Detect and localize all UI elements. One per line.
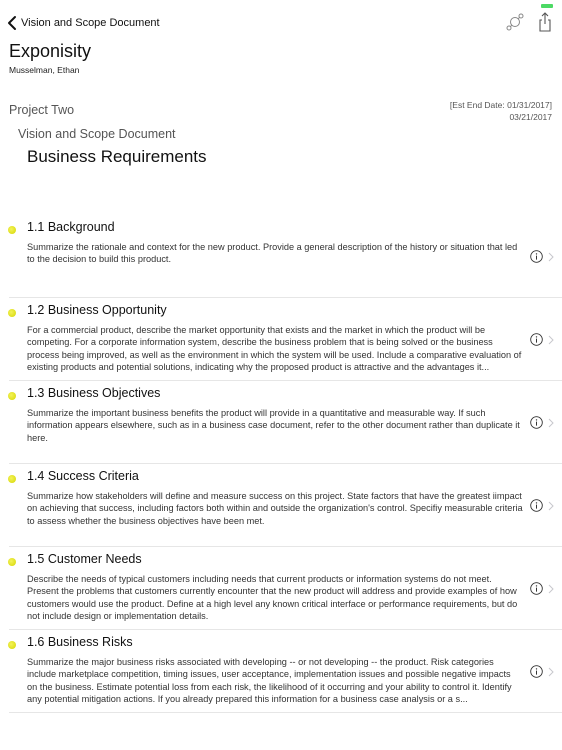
current-date: 03/21/2017 xyxy=(509,112,552,122)
section-title: Business Requirements xyxy=(27,147,207,166)
item-title: 1.3 Business Objectives xyxy=(27,386,161,400)
chevron-left-icon xyxy=(8,16,16,30)
user-name: Musselman, Ethan xyxy=(9,65,80,75)
date-block: [Est End Date: 01/31/2017] 03/21/2017 xyxy=(450,99,552,123)
back-label: Vision and Scope Document xyxy=(21,17,160,29)
item-description: Summarize the important business benefit… xyxy=(27,408,520,443)
item-title: 1.1 Background xyxy=(27,220,115,234)
divider xyxy=(9,380,562,381)
info-icon[interactable] xyxy=(530,416,543,429)
status-dot-icon xyxy=(8,558,16,566)
back-button[interactable]: Vision and Scope Document xyxy=(6,14,160,32)
item-title: 1.6 Business Risks xyxy=(27,635,133,649)
info-icon[interactable] xyxy=(530,250,543,263)
item-description: Summarize the rationale and context for … xyxy=(27,242,518,265)
divider xyxy=(9,463,562,464)
divider xyxy=(9,297,562,298)
chevron-right-icon[interactable] xyxy=(548,252,554,262)
item-title: 1.5 Customer Needs xyxy=(27,552,142,566)
info-icon[interactable] xyxy=(530,333,543,346)
status-dot-icon xyxy=(8,641,16,649)
divider xyxy=(9,546,562,547)
project-name: Project Two xyxy=(9,103,75,117)
share-icon xyxy=(539,12,551,32)
document-name: Vision and Scope Document xyxy=(18,127,176,141)
link-icon xyxy=(506,13,524,31)
est-end-date: [Est End Date: 01/31/2017] xyxy=(449,100,552,110)
share-button[interactable] xyxy=(534,11,556,33)
item-description: For a commercial product, describe the m… xyxy=(27,325,522,372)
item-title: 1.2 Business Opportunity xyxy=(27,303,167,317)
chevron-right-icon[interactable] xyxy=(548,501,554,511)
info-icon[interactable] xyxy=(530,499,543,512)
item-description: Summarize the major business risks assoc… xyxy=(27,657,512,704)
status-dot-icon xyxy=(8,475,16,483)
chevron-right-icon[interactable] xyxy=(548,584,554,594)
app-title: Exponisity xyxy=(9,41,92,61)
info-icon[interactable] xyxy=(530,582,543,595)
item-description: Summarize how stakeholders will define a… xyxy=(27,491,523,526)
status-dot-icon xyxy=(8,392,16,400)
item-title: 1.4 Success Criteria xyxy=(27,469,139,483)
status-dot-icon xyxy=(8,309,16,317)
divider xyxy=(9,629,562,630)
info-icon[interactable] xyxy=(530,665,543,678)
link-button[interactable] xyxy=(504,11,526,33)
chevron-right-icon[interactable] xyxy=(548,418,554,428)
status-dot-icon xyxy=(8,226,16,234)
status-indicator xyxy=(541,4,553,8)
chevron-right-icon[interactable] xyxy=(548,667,554,677)
chevron-right-icon[interactable] xyxy=(548,335,554,345)
item-description: Describe the needs of typical customers … xyxy=(27,574,518,621)
divider xyxy=(9,712,562,713)
